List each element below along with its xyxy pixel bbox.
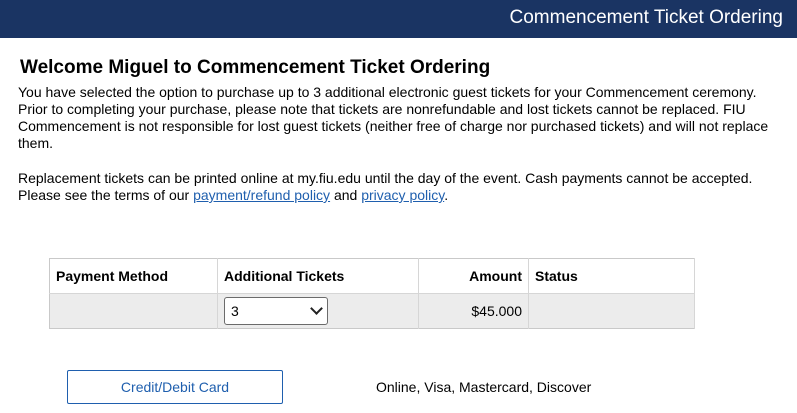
status-cell [528, 293, 695, 329]
and-text: and [330, 187, 362, 203]
payment-method-cell [49, 293, 218, 329]
payment-methods-text: Online, Visa, Mastercard, Discover [376, 379, 592, 395]
page-title: Welcome Miguel to Commencement Ticket Or… [20, 57, 491, 78]
col-payment-method: Payment Method [49, 258, 218, 294]
tickets-select[interactable]: 3 [224, 297, 328, 325]
table-header-row: Payment Method Additional Tickets Amount… [49, 258, 695, 294]
banner-title: Commencement Ticket Ordering [509, 7, 784, 28]
amount-cell: $45.000 [418, 293, 529, 329]
col-amount: Amount [418, 258, 529, 294]
intro-paragraph: You have selected the option to purchase… [18, 84, 769, 151]
replacement-paragraph: Replacement tickets can be printed onlin… [18, 170, 778, 204]
table-row: 3 $45.000 [49, 293, 695, 329]
top-banner: Commencement Ticket Ordering [0, 0, 797, 38]
privacy-policy-link[interactable]: privacy policy [361, 187, 444, 203]
period-text: . [444, 187, 449, 203]
chevron-down-icon [310, 302, 323, 315]
col-status: Status [528, 258, 695, 294]
refund-policy-link[interactable]: payment/refund policy [193, 187, 330, 203]
order-table: Payment Method Additional Tickets Amount… [49, 258, 695, 329]
credit-debit-card-button[interactable]: Credit/Debit Card [67, 370, 283, 404]
tickets-cell: 3 [217, 293, 419, 329]
tickets-select-value: 3 [231, 303, 239, 319]
col-additional-tickets: Additional Tickets [217, 258, 419, 294]
